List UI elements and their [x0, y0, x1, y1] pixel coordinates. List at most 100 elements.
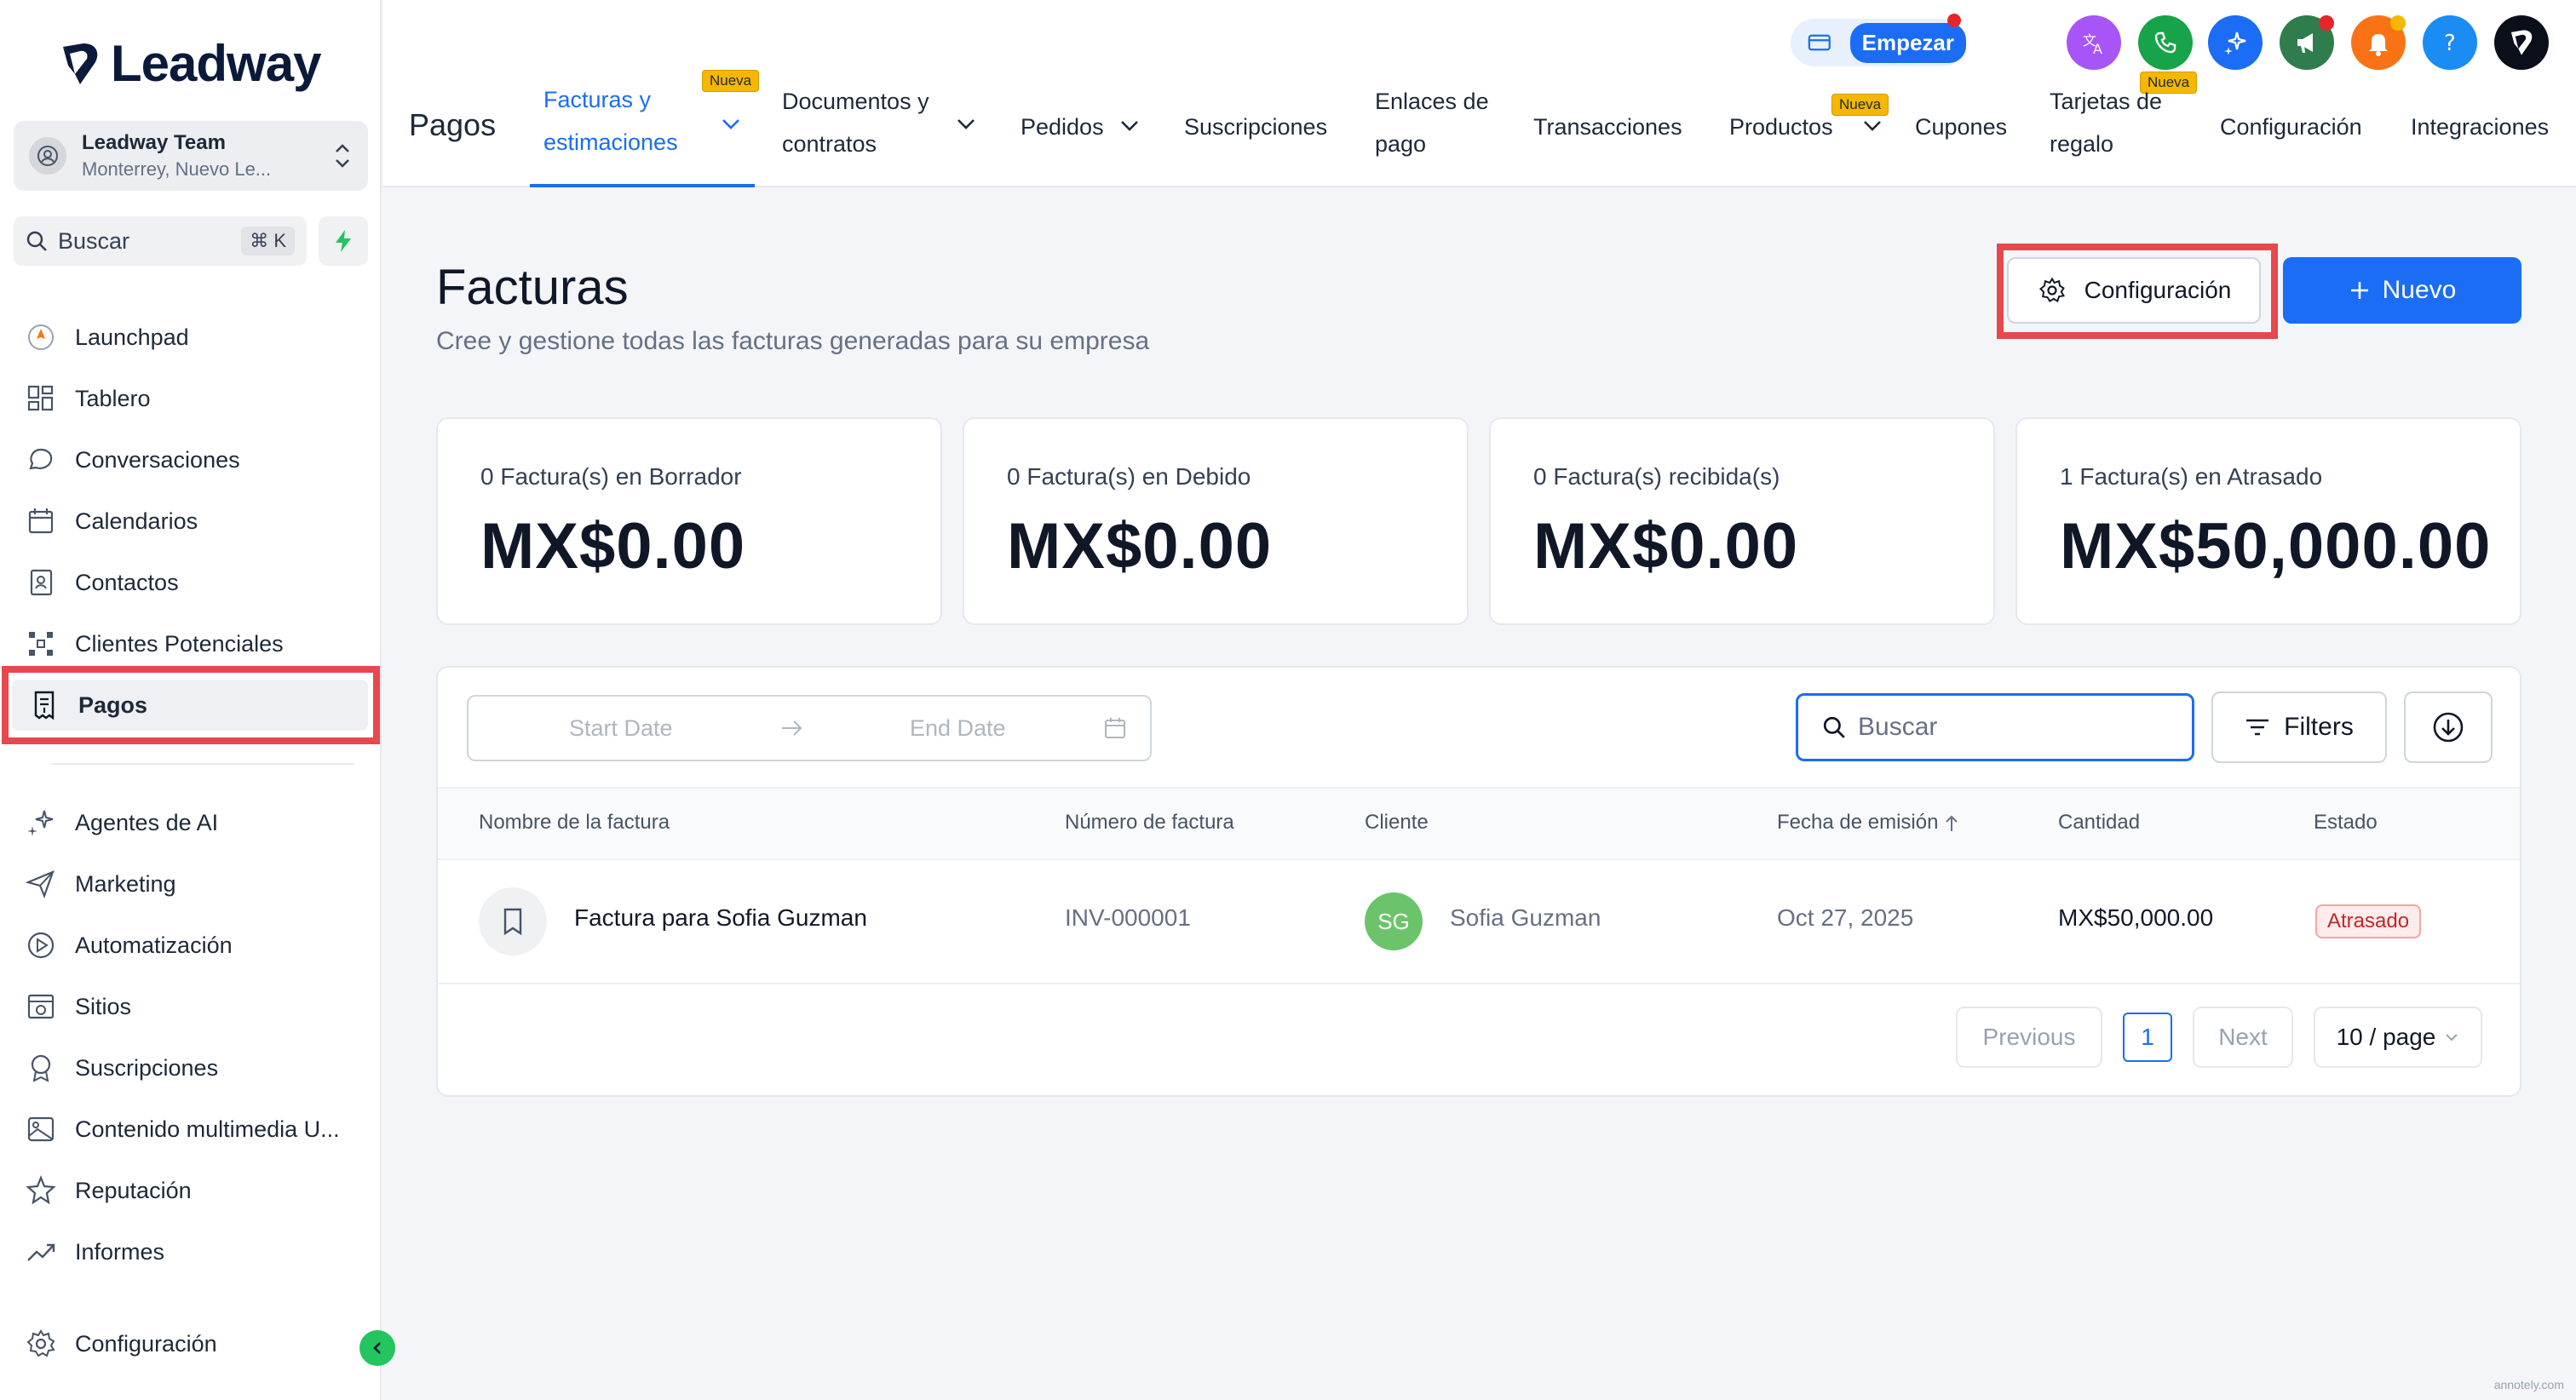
chevron-updown-icon: [336, 144, 349, 168]
ai-assistant-button[interactable]: [2208, 15, 2263, 70]
invoice-name[interactable]: Factura para Sofia Guzman: [574, 904, 867, 932]
chevron-down-icon[interactable]: [1119, 119, 1140, 133]
stat-label: 1 Factura(s) en Atrasado: [2060, 463, 2323, 490]
sidebar-item-calendarios[interactable]: Calendarios: [24, 496, 198, 547]
tab-configuracion[interactable]: Configuración: [2220, 106, 2362, 148]
configuracion-button[interactable]: Configuración: [2007, 257, 2261, 324]
help-button[interactable]: ?: [2423, 15, 2477, 70]
new-badge: Nueva: [1831, 94, 1889, 116]
card-icon: [1808, 34, 1831, 51]
column-header[interactable]: Número de factura: [1065, 811, 1234, 835]
start-date-field[interactable]: Start Date: [569, 715, 673, 742]
table-header: Nombre de la factura Número de factura C…: [438, 787, 2520, 860]
invoice-document-icon: [479, 887, 547, 955]
account-switcher[interactable]: Leadway Team Monterrey, Nuevo Le...: [14, 121, 368, 191]
date-range-picker[interactable]: Start Date End Date: [467, 695, 1152, 761]
translate-button[interactable]: 文A: [2067, 15, 2121, 70]
sidebar-item-reputacion[interactable]: Reputación: [24, 1165, 192, 1216]
column-header-label: Fecha de emisión: [1777, 811, 1939, 834]
stat-value: MX$50,000.00: [2060, 510, 2492, 582]
section-tabs: Pagos Facturas y estimaciones Nueva Docu…: [383, 70, 2576, 187]
chevron-down-icon[interactable]: [956, 118, 976, 131]
announcements-button[interactable]: [2280, 15, 2334, 70]
empezar-button[interactable]: Empezar: [1849, 22, 1966, 63]
trend-icon: [27, 1243, 55, 1261]
quick-action-button[interactable]: [319, 216, 368, 266]
sidebar-item-label: Conversaciones: [75, 446, 240, 473]
page-number-button[interactable]: 1: [2123, 1013, 2172, 1062]
receipt-icon: [503, 908, 522, 936]
sidebar-item-agentes-ai[interactable]: Agentes de AI: [24, 797, 218, 848]
tab-cupones[interactable]: Cupones: [1915, 106, 2007, 148]
end-date-field[interactable]: End Date: [910, 715, 1006, 742]
sidebar-item-informes[interactable]: Informes: [24, 1226, 164, 1277]
sidebar-item-clientes-potenciales[interactable]: Clientes Potenciales: [24, 618, 284, 669]
account-name: Leadway Team: [82, 131, 226, 154]
brand-logo[interactable]: Leadway: [58, 34, 321, 93]
tab-productos[interactable]: Productos: [1729, 106, 1833, 148]
filters-button[interactable]: Filters: [2211, 691, 2387, 763]
tab-integraciones[interactable]: Integraciones: [2411, 106, 2549, 148]
sparkle-icon: [2224, 32, 2246, 55]
download-button[interactable]: [2404, 691, 2493, 763]
invoice-number: INV-000001: [1065, 904, 1191, 931]
send-icon: [25, 870, 55, 899]
chevron-down-icon[interactable]: [1862, 119, 1883, 133]
account-avatar: [29, 137, 66, 175]
leadway-logo-icon: [63, 43, 98, 84]
search-shortcut: ⌘ K: [241, 227, 295, 255]
tab-label: Productos: [1729, 114, 1833, 140]
sidebar-item-launchpad[interactable]: Launchpad: [24, 312, 189, 363]
tab-pedidos[interactable]: Pedidos: [1021, 106, 1104, 148]
help-icon: ?: [2444, 31, 2456, 56]
tab-enlaces-pago[interactable]: Enlaces de pago: [1375, 80, 1489, 165]
column-header[interactable]: Cantidad: [2058, 811, 2140, 835]
column-header-sortable[interactable]: Fecha de emisión: [1777, 811, 1959, 835]
table-row[interactable]: Factura para Sofia Guzman INV-000001 SG …: [438, 860, 2520, 984]
tab-transacciones[interactable]: Transacciones: [1533, 106, 1682, 148]
tab-facturas-estimaciones[interactable]: Facturas y estimaciones: [543, 78, 678, 164]
table-search-placeholder: Buscar: [1858, 713, 1938, 741]
column-header[interactable]: Estado: [2314, 811, 2378, 835]
sidebar-item-contactos[interactable]: Contactos: [24, 557, 179, 608]
sidebar-item-marketing[interactable]: Marketing: [24, 858, 176, 909]
tab-label-line1: Facturas y: [543, 87, 652, 112]
sidebar-search[interactable]: Buscar ⌘ K: [14, 216, 307, 266]
next-page-button[interactable]: Next: [2193, 1007, 2293, 1068]
sidebar-item-label: Agentes de AI: [75, 809, 219, 835]
phone-button[interactable]: [2138, 15, 2193, 70]
sidebar-item-suscripciones[interactable]: Suscripciones: [24, 1042, 218, 1093]
sidebar-item-sitios[interactable]: Sitios: [24, 981, 131, 1032]
previous-page-button[interactable]: Previous: [1956, 1007, 2102, 1068]
sidebar-item-label: Calendarios: [75, 508, 198, 534]
tab-suscripciones[interactable]: Suscripciones: [1184, 106, 1327, 148]
configuracion-label: Configuración: [2084, 277, 2232, 303]
nuevo-button[interactable]: Nuevo: [2283, 257, 2521, 324]
empezar-widget[interactable]: Empezar: [1791, 14, 1966, 66]
page-title: Facturas: [436, 260, 629, 315]
watermark: annotely.com: [2493, 1378, 2564, 1391]
bolt-icon: [336, 230, 351, 252]
sidebar-item-label: Contenido multimedia U...: [75, 1116, 340, 1142]
page-subtitle: Cree y gestione todas las facturas gener…: [436, 327, 1150, 355]
collapse-sidebar-button[interactable]: [359, 1330, 395, 1366]
stat-label: 0 Factura(s) recibida(s): [1533, 463, 1780, 490]
chevron-down-icon: [2446, 1034, 2458, 1041]
tab-documentos-contratos[interactable]: Documentos y contratos: [782, 80, 929, 165]
sidebar-item-label: Contactos: [75, 569, 179, 595]
table-search-input[interactable]: Buscar: [1796, 693, 2194, 761]
tab-tarjetas-regalo[interactable]: Tarjetas de regalo: [2050, 80, 2162, 165]
stat-card-atrasado: 1 Factura(s) en Atrasado MX$50,000.00: [2015, 417, 2521, 625]
sidebar-item-tablero[interactable]: Tablero: [24, 373, 151, 424]
column-header[interactable]: Cliente: [1365, 811, 1429, 835]
sidebar-item-configuracion[interactable]: Configuración: [24, 1318, 217, 1369]
sidebar-item-label: Sitios: [75, 993, 132, 1019]
page-size-select[interactable]: 10 / page: [2314, 1007, 2482, 1068]
column-header[interactable]: Nombre de la factura: [479, 811, 670, 835]
sidebar-item-automatizacion[interactable]: Automatización: [24, 920, 233, 971]
notifications-button[interactable]: [2351, 15, 2406, 70]
profile-button[interactable]: [2494, 15, 2549, 70]
sidebar-item-conversaciones[interactable]: Conversaciones: [24, 434, 240, 485]
sidebar-item-contenido-multimedia[interactable]: Contenido multimedia U...: [24, 1104, 340, 1155]
chevron-down-icon[interactable]: [721, 118, 741, 131]
